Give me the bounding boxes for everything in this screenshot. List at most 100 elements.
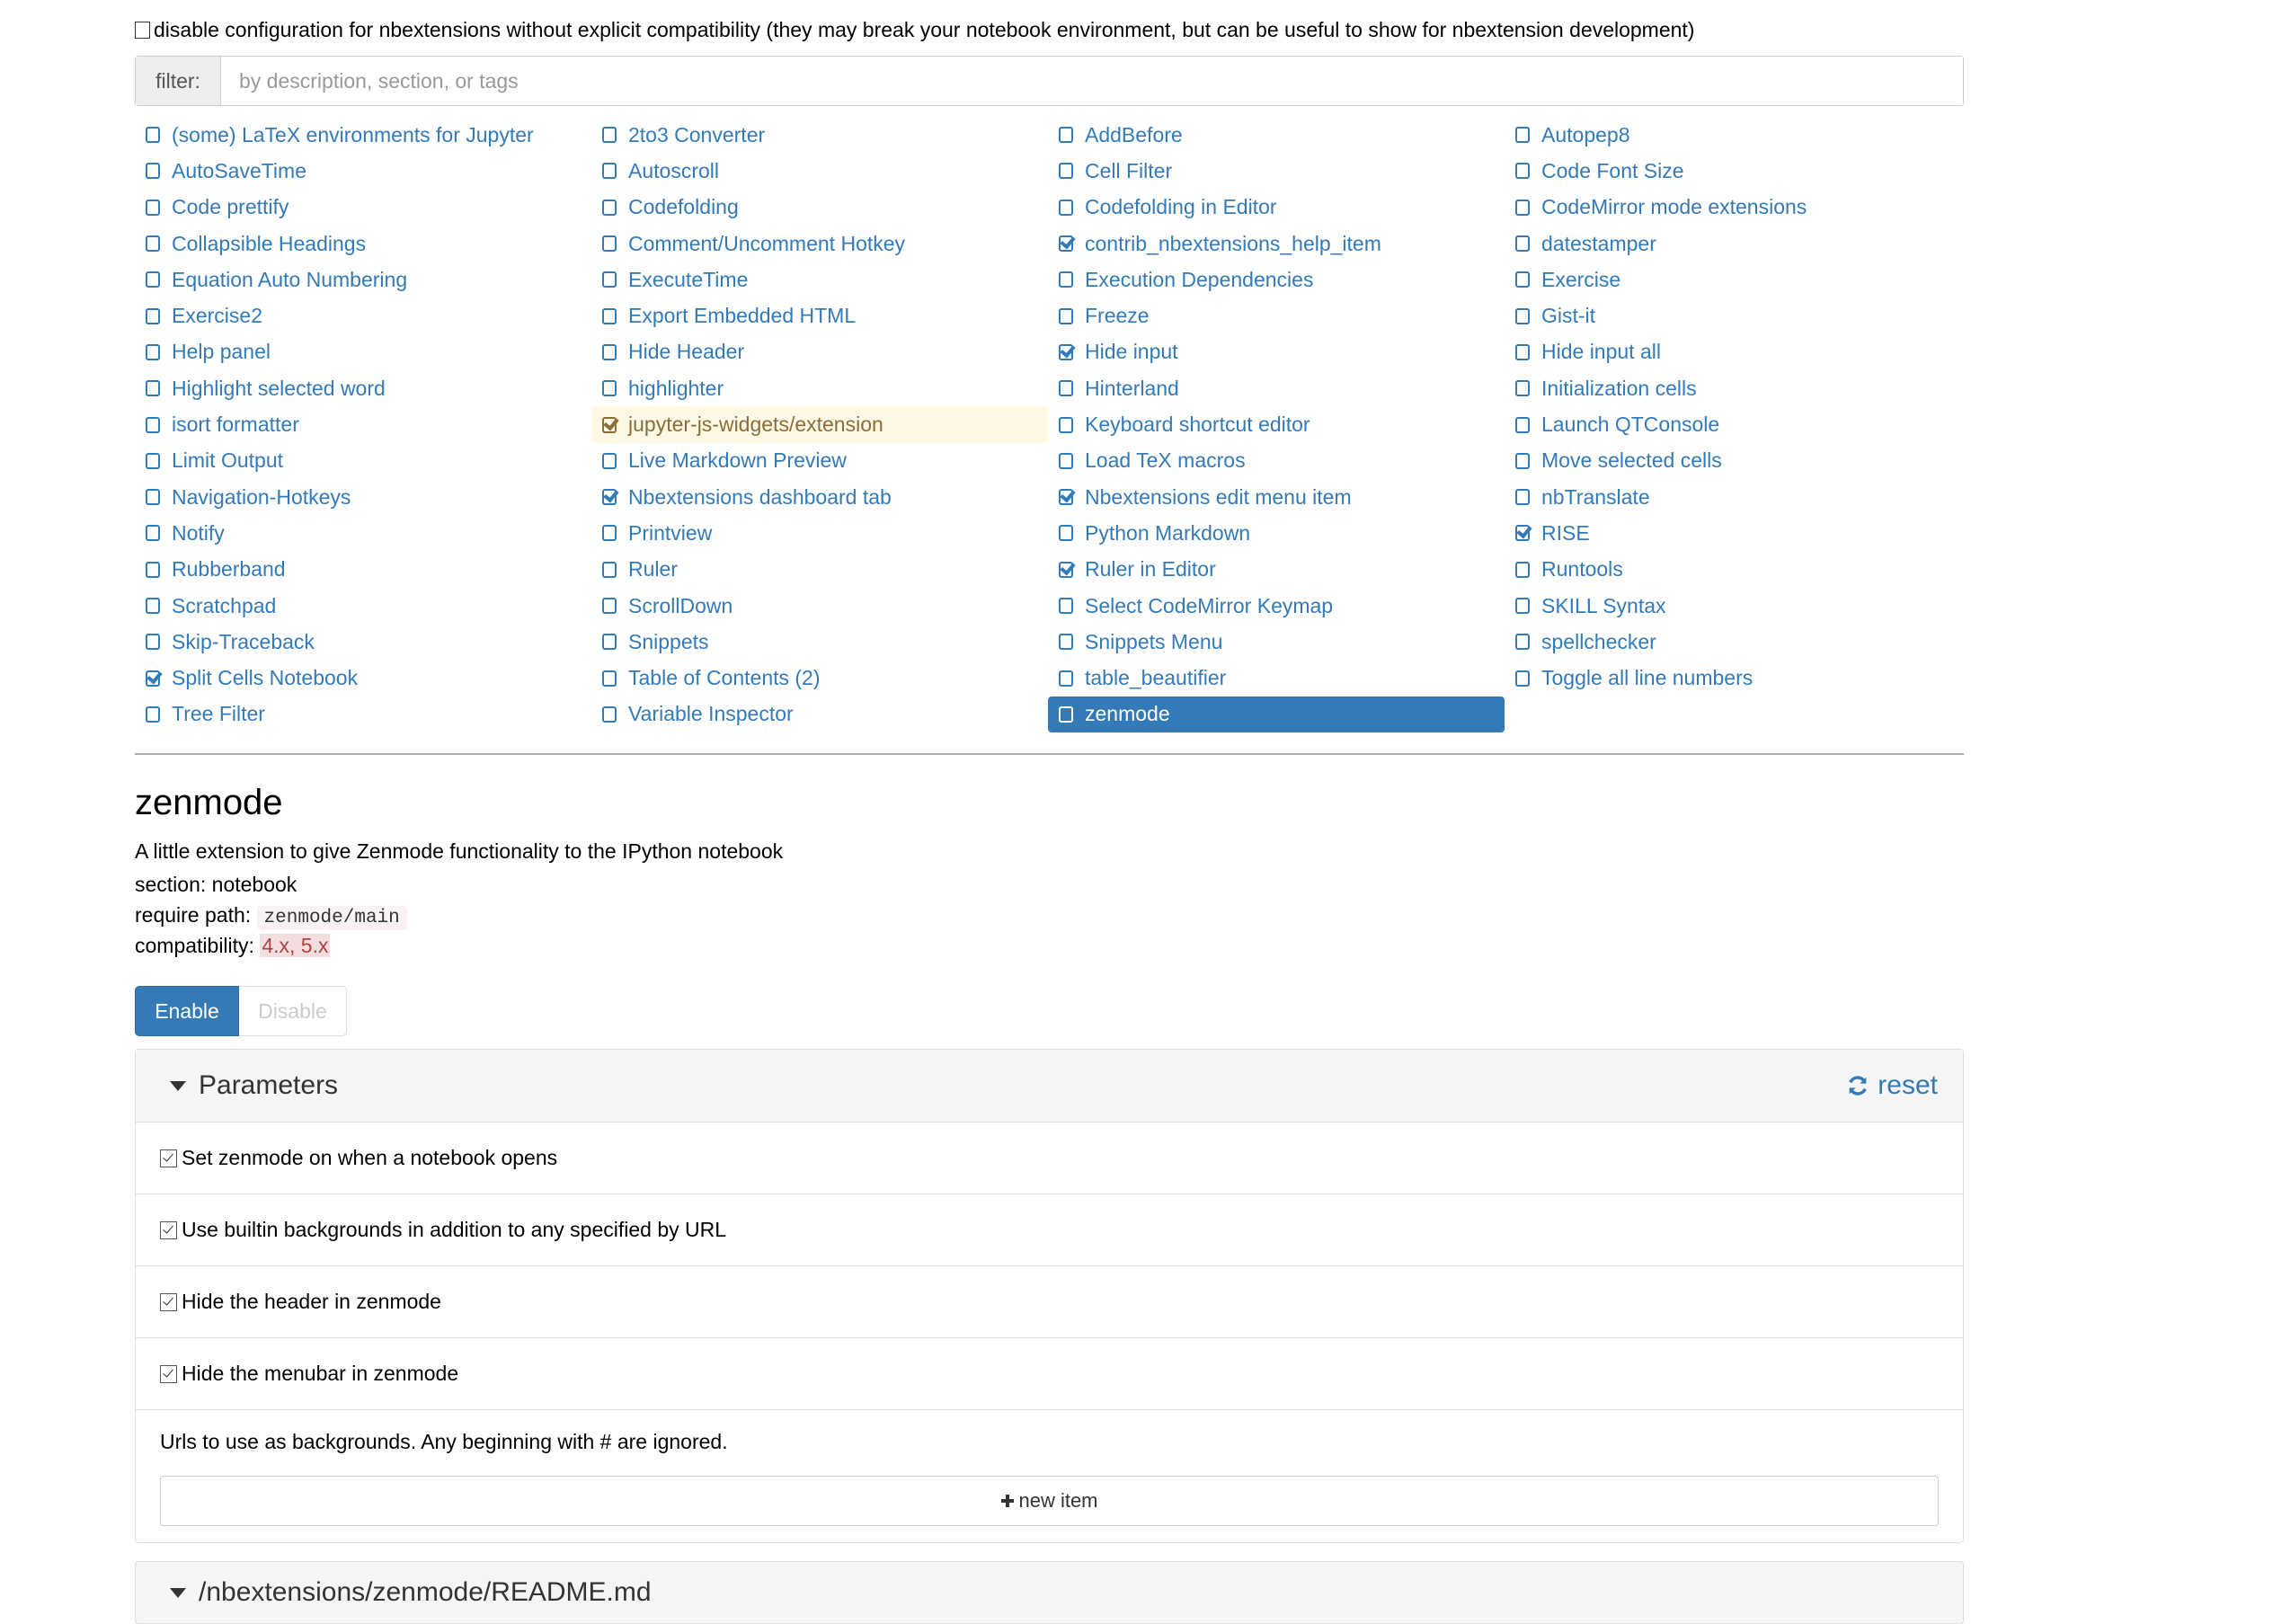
- unchecked-box-icon[interactable]: [1515, 561, 1530, 578]
- unchecked-box-icon[interactable]: [602, 634, 617, 651]
- unchecked-box-icon[interactable]: [1515, 199, 1530, 216]
- extension-item[interactable]: Ruler: [591, 552, 1048, 588]
- unchecked-box-icon[interactable]: [146, 235, 160, 253]
- extension-item[interactable]: table_beautifier: [1048, 660, 1505, 696]
- extension-item[interactable]: Tree Filter: [135, 697, 591, 732]
- extension-item[interactable]: SKILL Syntax: [1505, 588, 1961, 624]
- parameter-row[interactable]: Set zenmode on when a notebook opens: [136, 1123, 1963, 1194]
- checked-box-icon[interactable]: [1059, 235, 1073, 253]
- extension-item[interactable]: Autopep8: [1505, 117, 1961, 153]
- unchecked-box-icon[interactable]: [146, 271, 160, 288]
- extension-item[interactable]: contrib_nbextensions_help_item: [1048, 226, 1505, 262]
- new-item-button[interactable]: new item: [160, 1476, 1939, 1526]
- extension-item[interactable]: Gist-it: [1505, 297, 1961, 333]
- unchecked-box-icon[interactable]: [1515, 235, 1530, 253]
- unchecked-box-icon[interactable]: [1515, 452, 1530, 469]
- unchecked-box-icon[interactable]: [1515, 163, 1530, 180]
- extension-item[interactable]: Autoscroll: [591, 153, 1048, 189]
- extension-item[interactable]: Equation Auto Numbering: [135, 262, 591, 297]
- unchecked-box-icon[interactable]: [602, 307, 617, 324]
- unchecked-box-icon[interactable]: [602, 561, 617, 578]
- extension-item[interactable]: Hide Header: [591, 334, 1048, 370]
- unchecked-box-icon[interactable]: [1059, 416, 1073, 433]
- extension-item[interactable]: Collapsible Headings: [135, 226, 591, 262]
- extension-item[interactable]: ScrollDown: [591, 588, 1048, 624]
- checked-box-icon[interactable]: [1059, 343, 1073, 360]
- parameter-checkbox[interactable]: [160, 1364, 177, 1383]
- unchecked-box-icon[interactable]: [1059, 307, 1073, 324]
- unchecked-box-icon[interactable]: [146, 199, 160, 216]
- extension-item[interactable]: Skip-Traceback: [135, 624, 591, 660]
- extension-item[interactable]: spellchecker: [1505, 624, 1961, 660]
- unchecked-box-icon[interactable]: [602, 706, 617, 723]
- unchecked-box-icon[interactable]: [1059, 163, 1073, 180]
- extension-item[interactable]: Toggle all line numbers: [1505, 660, 1961, 696]
- extension-item[interactable]: Hinterland: [1048, 370, 1505, 406]
- unchecked-box-icon[interactable]: [1059, 706, 1073, 723]
- unchecked-box-icon[interactable]: [1515, 598, 1530, 614]
- extension-item[interactable]: Runtools: [1505, 552, 1961, 588]
- extension-item[interactable]: Freeze: [1048, 297, 1505, 333]
- unchecked-box-icon[interactable]: [1059, 525, 1073, 542]
- extension-item[interactable]: Variable Inspector: [591, 697, 1048, 732]
- extension-item[interactable]: Split Cells Notebook: [135, 660, 591, 696]
- unchecked-box-icon[interactable]: [146, 163, 160, 180]
- unchecked-box-icon[interactable]: [602, 525, 617, 542]
- extension-item[interactable]: Load TeX macros: [1048, 443, 1505, 479]
- extension-item[interactable]: Help panel: [135, 334, 591, 370]
- extension-item[interactable]: Exercise2: [135, 297, 591, 333]
- extension-item[interactable]: Code Font Size: [1505, 153, 1961, 189]
- unchecked-box-icon[interactable]: [602, 670, 617, 687]
- unchecked-box-icon[interactable]: [1515, 634, 1530, 651]
- parameters-header[interactable]: Parameters reset: [136, 1050, 1963, 1123]
- extension-item[interactable]: Nbextensions edit menu item: [1048, 479, 1505, 515]
- extension-item[interactable]: Scratchpad: [135, 588, 591, 624]
- unchecked-box-icon[interactable]: [1515, 489, 1530, 506]
- checked-box-icon[interactable]: [602, 416, 617, 433]
- extension-item[interactable]: Comment/Uncomment Hotkey: [591, 226, 1048, 262]
- unchecked-box-icon[interactable]: [602, 163, 617, 180]
- extension-item[interactable]: Table of Contents (2): [591, 660, 1048, 696]
- extension-item[interactable]: datestamper: [1505, 226, 1961, 262]
- unchecked-box-icon[interactable]: [1059, 380, 1073, 397]
- extension-item[interactable]: Limit Output: [135, 443, 591, 479]
- unchecked-box-icon[interactable]: [1515, 380, 1530, 397]
- unchecked-box-icon[interactable]: [602, 235, 617, 253]
- unchecked-box-icon[interactable]: [146, 598, 160, 614]
- unchecked-box-icon[interactable]: [602, 452, 617, 469]
- readme-panel-header[interactable]: /nbextensions/zenmode/README.md: [135, 1561, 1964, 1624]
- checked-box-icon[interactable]: [1059, 489, 1073, 506]
- disable-button[interactable]: Disable: [239, 986, 347, 1036]
- extension-item[interactable]: highlighter: [591, 370, 1048, 406]
- checked-box-icon[interactable]: [1515, 525, 1530, 542]
- extension-item[interactable]: CodeMirror mode extensions: [1505, 190, 1961, 226]
- checked-box-icon[interactable]: [602, 489, 617, 506]
- enable-button[interactable]: Enable: [135, 986, 239, 1036]
- extension-item[interactable]: Select CodeMirror Keymap: [1048, 588, 1505, 624]
- unchecked-box-icon[interactable]: [602, 199, 617, 216]
- unchecked-box-icon[interactable]: [602, 271, 617, 288]
- unchecked-box-icon[interactable]: [146, 452, 160, 469]
- extension-item[interactable]: Highlight selected word: [135, 370, 591, 406]
- unchecked-box-icon[interactable]: [146, 307, 160, 324]
- parameter-row[interactable]: Use builtin backgrounds in addition to a…: [136, 1194, 1963, 1266]
- parameter-checkbox[interactable]: [160, 1149, 177, 1167]
- extension-item[interactable]: Keyboard shortcut editor: [1048, 406, 1505, 442]
- filter-input[interactable]: [221, 57, 1963, 105]
- compat-toggle[interactable]: disable configuration for nbextensions w…: [135, 16, 1694, 43]
- extension-item[interactable]: zenmode: [1048, 696, 1505, 733]
- extension-item[interactable]: Live Markdown Preview: [591, 443, 1048, 479]
- extension-item[interactable]: 2to3 Converter: [591, 117, 1048, 153]
- unchecked-box-icon[interactable]: [1515, 670, 1530, 687]
- extension-item[interactable]: Snippets Menu: [1048, 624, 1505, 660]
- extension-item[interactable]: Hide input all: [1505, 334, 1961, 370]
- extension-item[interactable]: Code prettify: [135, 190, 591, 226]
- extension-item[interactable]: (some) LaTeX environments for Jupyter: [135, 117, 591, 153]
- unchecked-box-icon[interactable]: [602, 343, 617, 360]
- extension-item[interactable]: Navigation-Hotkeys: [135, 479, 591, 515]
- unchecked-box-icon[interactable]: [146, 416, 160, 433]
- extension-item[interactable]: Snippets: [591, 624, 1048, 660]
- checked-box-icon[interactable]: [146, 670, 160, 687]
- unchecked-box-icon[interactable]: [146, 343, 160, 360]
- extension-item[interactable]: Cell Filter: [1048, 153, 1505, 189]
